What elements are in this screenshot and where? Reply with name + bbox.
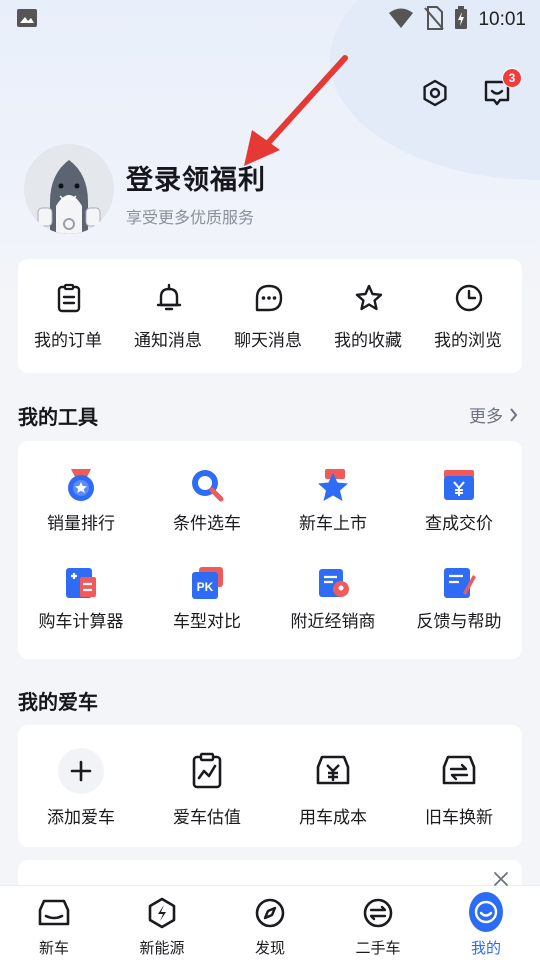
- tool-filter-cars[interactable]: 条件选车: [144, 467, 270, 563]
- lightning-icon: [148, 897, 176, 929]
- tool-sales-ranking[interactable]: 销量排行: [18, 467, 144, 563]
- quick-item-favorites[interactable]: 我的收藏: [318, 259, 418, 373]
- calculator-icon: [66, 568, 96, 598]
- tool-feedback-help[interactable]: 反馈与帮助: [396, 565, 522, 661]
- chevron-right-icon: [510, 407, 518, 422]
- nav-label: 新能源: [139, 939, 185, 957]
- price-yen-icon: [444, 470, 474, 500]
- nav-new-energy[interactable]: 新能源: [108, 886, 216, 960]
- star-icon: [355, 284, 383, 311]
- nav-label: 我的: [470, 939, 501, 957]
- more-label: 更多: [469, 407, 503, 427]
- tool-label: 车型对比: [173, 612, 241, 632]
- tools-card: 销量排行 条件选车 新车上市 查成交价 购车计算器 PK 车型对比 附近经销商 …: [18, 441, 522, 659]
- close-icon[interactable]: [492, 870, 510, 888]
- tool-new-cars[interactable]: 新车上市: [270, 467, 396, 563]
- tools-section-title: 我的工具: [18, 405, 98, 429]
- chat-bubble-icon: [255, 284, 283, 312]
- settings-button[interactable]: [416, 74, 454, 112]
- nav-used-car[interactable]: 二手车: [324, 886, 432, 960]
- quick-item-label: 我的订单: [34, 331, 102, 351]
- tool-label: 新车上市: [299, 514, 367, 534]
- car-item-trade-in[interactable]: 旧车换新: [396, 747, 522, 837]
- quick-actions-card: 我的订单 通知消息 聊天消息 我的收藏 我的浏览: [18, 259, 522, 373]
- nav-new-car[interactable]: 新车: [0, 886, 108, 960]
- nav-label: 二手车: [355, 939, 401, 957]
- car-item-label: 用车成本: [299, 808, 367, 828]
- dealer-location-icon: [319, 569, 349, 597]
- quick-item-label: 聊天消息: [234, 331, 302, 351]
- tool-calculator[interactable]: 购车计算器: [18, 565, 144, 661]
- status-time: 10:01: [478, 9, 526, 30]
- tool-transaction-price[interactable]: 查成交价: [396, 467, 522, 563]
- messages-button[interactable]: 3: [478, 68, 522, 112]
- bottom-navigation: 新车 新能源 发现 二手车 我的: [0, 885, 540, 960]
- tool-label: 销量排行: [47, 514, 115, 534]
- login-subtitle: 享受更多优质服务: [126, 208, 255, 227]
- status-bar: 10:01: [0, 0, 540, 38]
- quick-item-notifications[interactable]: 通知消息: [118, 259, 218, 373]
- car-item-label: 添加爱车: [47, 808, 115, 828]
- nav-mine[interactable]: 我的: [432, 886, 540, 960]
- feedback-edit-icon: [444, 568, 476, 598]
- annotation-arrow-icon: [244, 55, 348, 166]
- quick-item-label: 我的收藏: [334, 331, 402, 351]
- shark-mascot-icon: [37, 160, 101, 234]
- tool-label: 附近经销商: [290, 612, 376, 632]
- add-car-circle: [58, 748, 104, 794]
- quick-item-history[interactable]: 我的浏览: [418, 259, 518, 373]
- car-item-cost[interactable]: 用车成本: [270, 747, 396, 837]
- car-item-label: 爱车估值: [173, 808, 241, 828]
- car-cost-yen-icon: [316, 755, 350, 785]
- car-icon: [38, 899, 70, 926]
- gallery-notification-icon: [16, 8, 38, 32]
- login-title[interactable]: 登录领福利: [126, 158, 266, 197]
- wifi-icon: [388, 7, 414, 33]
- nav-discover[interactable]: 发现: [216, 886, 324, 960]
- message-count-badge: 3: [502, 68, 522, 88]
- medal-icon: [68, 469, 94, 501]
- car-item-label: 旧车换新: [425, 808, 493, 828]
- quick-item-label: 我的浏览: [434, 331, 502, 351]
- used-car-icon: [363, 898, 393, 928]
- tool-label: 条件选车: [173, 514, 241, 534]
- clipboard-icon: [57, 283, 81, 313]
- valuation-chart-icon: [192, 752, 222, 789]
- my-car-card: 添加爱车 爱车估值 用车成本 旧车换新: [18, 725, 522, 847]
- tool-label: 购车计算器: [38, 612, 124, 632]
- my-car-section-title: 我的爱车: [18, 690, 98, 714]
- tool-nearby-dealers[interactable]: 附近经销商: [270, 565, 396, 661]
- tool-label: 查成交价: [425, 514, 493, 534]
- settings-hexagon-icon: [423, 79, 447, 107]
- tool-label: 反馈与帮助: [416, 612, 502, 632]
- no-sim-icon: [424, 6, 445, 34]
- nav-label: 新车: [38, 939, 69, 957]
- plus-icon: [70, 760, 92, 782]
- search-icon: [192, 470, 224, 502]
- bell-icon: [156, 283, 182, 311]
- quick-item-orders[interactable]: 我的订单: [18, 259, 118, 373]
- quick-item-label: 通知消息: [134, 331, 202, 351]
- car-trade-in-icon: [442, 755, 476, 785]
- compass-icon: [255, 898, 285, 928]
- tools-more-link[interactable]: 更多: [469, 402, 518, 427]
- tool-compare[interactable]: PK 车型对比: [144, 565, 270, 661]
- avatar[interactable]: [24, 144, 114, 234]
- profile-smile-icon: [469, 891, 503, 932]
- svg-text:PK: PK: [197, 580, 214, 594]
- pk-compare-icon: PK: [192, 567, 223, 599]
- new-car-star-icon: [318, 469, 348, 501]
- battery-charging-icon: [454, 6, 468, 34]
- quick-item-chat[interactable]: 聊天消息: [218, 259, 318, 373]
- car-item-valuation[interactable]: 爱车估值: [144, 747, 270, 837]
- car-item-add[interactable]: 添加爱车: [18, 747, 144, 837]
- clock-icon: [455, 284, 483, 312]
- nav-label: 发现: [254, 939, 285, 957]
